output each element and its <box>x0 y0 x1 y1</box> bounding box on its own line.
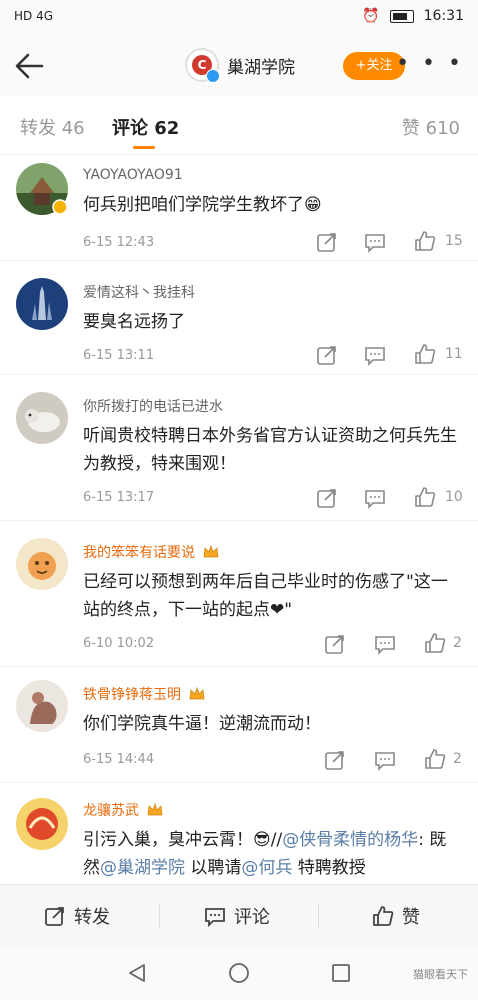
comment-time: 6-15 13:11 <box>83 348 155 363</box>
divider <box>318 903 319 929</box>
like-icon[interactable] <box>414 486 436 508</box>
crown-badge-icon <box>204 545 219 558</box>
top-nav: C 巢湖学院 +关注 • • • <box>0 36 478 96</box>
divider <box>159 903 160 929</box>
comment-time: 6-15 14:44 <box>83 752 155 767</box>
comment-icon <box>205 908 225 927</box>
reply-icon[interactable] <box>374 749 396 771</box>
watermark: 猫眼看天下 <box>413 968 468 981</box>
comment-item: 我的笨笨有话要说 已经可以预想到两年后自己毕业时的伤感了"这一站的终点，下一站的… <box>0 526 478 667</box>
reply-icon[interactable] <box>364 231 386 253</box>
like-icon[interactable] <box>424 748 446 770</box>
user-avatar[interactable] <box>16 278 68 330</box>
comment-username[interactable]: 铁骨铮铮蒋玉明 <box>83 684 205 704</box>
comment-time: 6-10 10:02 <box>83 636 155 651</box>
crown-badge-icon <box>190 687 205 700</box>
recents-square-icon[interactable] <box>330 962 352 984</box>
repost-icon[interactable] <box>316 487 338 509</box>
like-icon <box>373 906 394 926</box>
active-tab-indicator <box>133 146 155 149</box>
tab-repost[interactable]: 转发 46 <box>20 114 85 140</box>
repost-button[interactable]: 转发 <box>44 885 110 947</box>
tab-likes[interactable]: 赞 610 <box>402 114 460 140</box>
like-count: 10 <box>445 489 463 505</box>
repost-icon[interactable] <box>316 231 338 253</box>
comment-time: 6-15 12:43 <box>83 235 155 250</box>
like-count: 15 <box>445 233 463 249</box>
comment-username[interactable]: YAOYAOYAO91 <box>83 167 183 183</box>
bottom-action-bar: 转发 评论 赞 <box>0 884 478 947</box>
reply-icon[interactable] <box>374 633 396 655</box>
comment-text: 听闻贵校特聘日本外务省官方认证资助之何兵先生为教授，特来围观！ <box>83 426 457 474</box>
mention-link[interactable]: @何兵 <box>241 858 292 878</box>
account-name[interactable]: 巢湖学院 <box>227 53 295 78</box>
comment-username[interactable]: 你所拨打的电话已进水 <box>83 396 223 416</box>
interaction-tabs: 转发 46 评论 62 赞 610 <box>0 96 478 155</box>
comment-text: 引污入巢，臭冲云霄！😎//@侠骨柔情的杨华: 既然@巢湖学院 以聘请@何兵 特聘… <box>83 830 447 878</box>
home-circle-icon[interactable] <box>228 962 250 984</box>
like-count: 2 <box>453 751 462 767</box>
repost-icon[interactable] <box>324 749 346 771</box>
comment-item: 龙骧苏武 引污入巢，臭冲云霄！😎//@侠骨柔情的杨华: 既然@巢湖学院 以聘请@… <box>0 788 478 884</box>
network-indicator: HD 4G <box>14 9 54 23</box>
user-avatar[interactable] <box>16 392 68 444</box>
like-icon[interactable] <box>424 632 446 654</box>
account-header[interactable]: C 巢湖学院 <box>185 48 295 83</box>
comment-text: 何兵别把咱们学院学生教坏了😁 <box>83 195 322 215</box>
comment-item: 铁骨铮铮蒋玉明 你们学院真牛逼！逆潮流而动！ 6-15 14:44 2 <box>0 672 478 783</box>
comment-text: 要臭名远扬了 <box>83 312 185 332</box>
comment-item: 爱情这科丶我挂科 要臭名远扬了 6-15 13:11 11 <box>0 266 478 375</box>
reply-icon[interactable] <box>364 344 386 366</box>
like-count: 11 <box>445 346 463 362</box>
user-avatar[interactable] <box>16 798 68 850</box>
comment-username[interactable]: 龙骧苏武 <box>83 800 163 820</box>
comment-username[interactable]: 我的笨笨有话要说 <box>83 542 219 562</box>
mention-link[interactable]: @巢湖学院 <box>100 858 185 878</box>
reply-icon[interactable] <box>364 487 386 509</box>
crown-badge-icon <box>148 803 163 816</box>
comment-username[interactable]: 爱情这科丶我挂科 <box>83 282 195 302</box>
verified-badge-icon <box>206 69 220 83</box>
comment-text: 你们学院真牛逼！逆潮流而动！ <box>83 714 321 734</box>
repost-icon[interactable] <box>316 344 338 366</box>
tab-comments[interactable]: 评论 62 <box>112 114 179 140</box>
repost-icon <box>45 907 64 926</box>
comment-time: 6-15 13:17 <box>83 490 155 505</box>
comment-item: 你所拨打的电话已进水 听闻贵校特聘日本外务省官方认证资助之何兵先生为教授，特来围… <box>0 380 478 521</box>
back-arrow-icon[interactable] <box>12 48 48 84</box>
clock: 16:31 <box>423 8 464 24</box>
like-count: 2 <box>453 635 462 651</box>
vip-badge-icon <box>52 199 68 215</box>
like-button[interactable]: 赞 <box>372 885 420 947</box>
mention-link[interactable]: @侠骨柔情的杨华 <box>282 830 418 850</box>
like-icon[interactable] <box>414 230 436 252</box>
like-icon[interactable] <box>414 343 436 365</box>
system-nav-bar: 猫眼看天下 <box>0 946 478 1000</box>
battery-icon <box>389 9 414 23</box>
comment-button[interactable]: 评论 <box>204 885 270 947</box>
account-logo[interactable]: C <box>185 48 220 83</box>
user-avatar[interactable] <box>16 538 68 590</box>
back-triangle-icon[interactable] <box>126 962 148 984</box>
more-options-icon[interactable]: • • • <box>396 53 464 75</box>
comment-item: YAOYAOYAO91 何兵别把咱们学院学生教坏了😁 6-15 12:43 15 <box>0 155 478 261</box>
status-bar: HD 4G ⏰ 16:31 <box>0 0 478 36</box>
alarm-icon: ⏰ <box>362 8 380 24</box>
repost-icon[interactable] <box>324 633 346 655</box>
comment-text: 已经可以预想到两年后自己毕业时的伤感了"这一站的终点，下一站的起点❤" <box>83 572 448 620</box>
user-avatar[interactable] <box>16 680 68 732</box>
